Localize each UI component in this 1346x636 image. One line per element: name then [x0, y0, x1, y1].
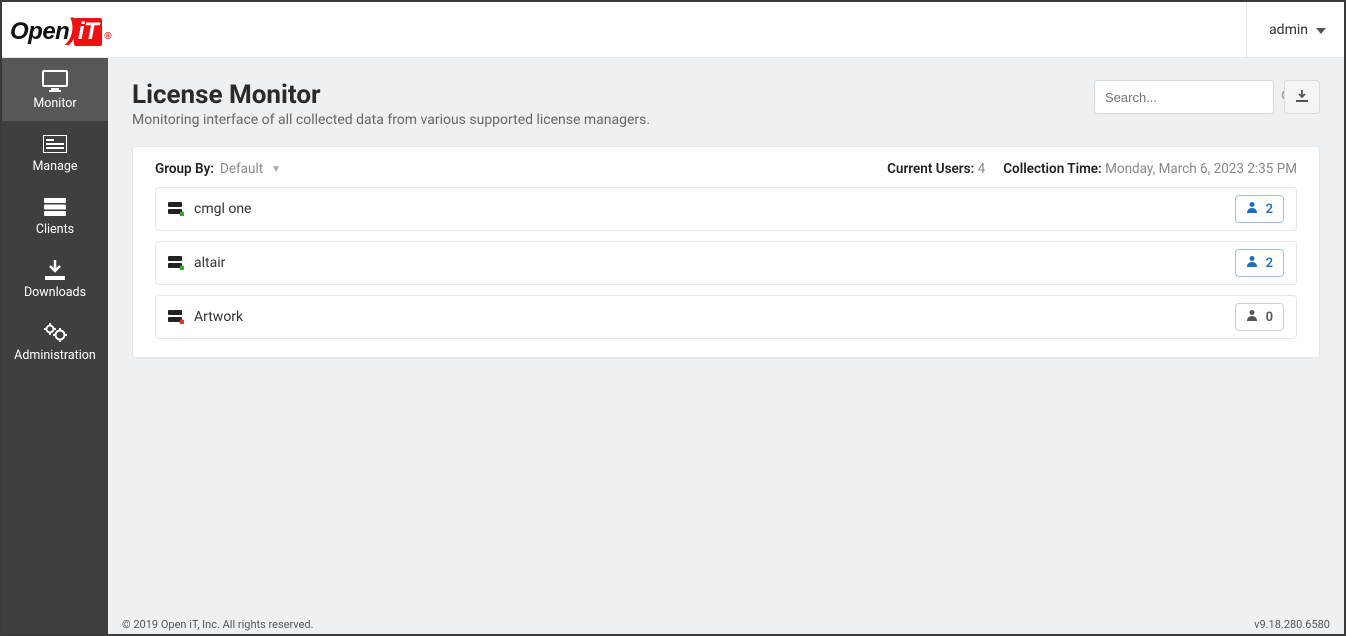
user-count-badge[interactable]: 2 — [1235, 249, 1284, 277]
license-row[interactable]: altair 2 — [155, 241, 1297, 285]
panel-toolbar: Group By: Default ▼ Current Users: 4 Col… — [155, 161, 1297, 177]
license-panel: Group By: Default ▼ Current Users: 4 Col… — [132, 146, 1320, 358]
license-row[interactable]: cmgl one 2 — [155, 187, 1297, 231]
export-button[interactable] — [1284, 80, 1320, 114]
sidebar-item-clients[interactable]: Clients — [2, 184, 108, 247]
sidebar-item-monitor[interactable]: Monitor — [2, 58, 108, 121]
user-icon — [1246, 255, 1258, 271]
sidebar-item-administration[interactable]: Administration — [2, 310, 108, 373]
page-subtitle: Monitoring interface of all collected da… — [132, 112, 650, 128]
license-row-left: Artwork — [168, 309, 243, 325]
top-header: Open ) iT ® admin — [2, 2, 1344, 58]
current-users-label: Current Users: — [887, 161, 974, 177]
sidebar-item-label: Monitor — [33, 96, 76, 111]
logo-it: iT — [74, 18, 102, 46]
user-icon — [1246, 309, 1258, 325]
logo-reg: ® — [104, 31, 111, 42]
download-icon — [1295, 88, 1309, 107]
sidebar: Monitor Manage Clients Downloads Adminis… — [2, 58, 108, 634]
group-by-value: Default — [220, 161, 263, 177]
user-count: 2 — [1266, 202, 1273, 217]
license-row-left: altair — [168, 255, 225, 271]
group-by-control[interactable]: Group By: Default ▼ — [155, 161, 281, 177]
user-menu[interactable]: admin — [1246, 2, 1344, 57]
search-box[interactable] — [1094, 80, 1274, 114]
user-icon — [1246, 201, 1258, 217]
caret-down-icon: ▼ — [271, 164, 281, 175]
server-down-icon — [168, 310, 184, 324]
current-users: Current Users: 4 — [887, 161, 985, 177]
sidebar-item-label: Manage — [32, 159, 77, 174]
sidebar-item-downloads[interactable]: Downloads — [2, 247, 108, 310]
license-name: altair — [194, 255, 225, 271]
page-title-block: License Monitor Monitoring interface of … — [132, 80, 650, 128]
clients-icon — [42, 196, 68, 218]
license-name: cmgl one — [194, 201, 251, 217]
group-by-label: Group By: — [155, 161, 214, 177]
user-count-badge[interactable]: 0 — [1235, 303, 1284, 331]
current-users-value: 4 — [978, 161, 986, 177]
panel-stats: Current Users: 4 Collection Time: Monday… — [887, 161, 1297, 177]
footer: © 2019 Open iT, Inc. All rights reserved… — [108, 614, 1344, 634]
license-row[interactable]: Artwork 0 — [155, 295, 1297, 339]
sidebar-item-label: Downloads — [24, 285, 86, 300]
brand-logo: Open ) iT ® — [2, 13, 111, 47]
collection-time-value: Monday, March 6, 2023 2:35 PM — [1105, 161, 1297, 177]
search-input[interactable] — [1105, 90, 1281, 105]
collection-time-label: Collection Time: — [1003, 161, 1102, 177]
sidebar-item-label: Clients — [36, 222, 74, 237]
server-up-icon — [168, 202, 184, 216]
user-label: admin — [1269, 22, 1308, 38]
caret-down-icon — [1316, 22, 1326, 38]
server-up-icon — [168, 256, 184, 270]
footer-version: v9.18.280.6580 — [1254, 618, 1330, 631]
license-row-left: cmgl one — [168, 201, 251, 217]
main-content: License Monitor Monitoring interface of … — [108, 58, 1344, 614]
manage-icon — [42, 133, 68, 155]
footer-copyright: © 2019 Open iT, Inc. All rights reserved… — [122, 618, 314, 631]
page-header: License Monitor Monitoring interface of … — [132, 80, 1320, 128]
downloads-icon — [42, 259, 68, 281]
user-count: 2 — [1266, 256, 1273, 271]
collection-time: Collection Time: Monday, March 6, 2023 2… — [1003, 161, 1297, 177]
user-count-badge[interactable]: 2 — [1235, 195, 1284, 223]
page-actions — [1094, 80, 1320, 114]
monitor-icon — [42, 70, 68, 92]
license-name: Artwork — [194, 309, 243, 325]
page-title: License Monitor — [132, 80, 650, 110]
user-count: 0 — [1266, 310, 1273, 325]
logo-open: Open — [10, 18, 69, 46]
sidebar-item-manage[interactable]: Manage — [2, 121, 108, 184]
administration-icon — [42, 322, 68, 344]
sidebar-item-label: Administration — [14, 348, 96, 363]
